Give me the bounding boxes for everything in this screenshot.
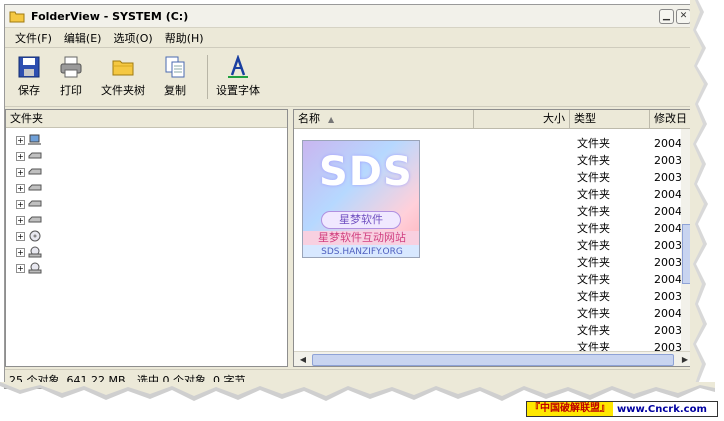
type-cell[interactable]: 文件夹 [577,203,647,220]
scroll-left-arrow-icon[interactable]: ◀ [296,354,310,366]
list-header: 名称 ▲ 大小 类型 修改日 [294,110,693,129]
column-size[interactable]: 大小 [474,110,570,129]
expand-icon[interactable]: + [16,231,25,241]
print-label: 打印 [60,84,82,97]
tree-item[interactable]: + [6,148,287,164]
folder-icon [112,60,134,76]
expand-icon[interactable]: + [16,215,25,225]
menu-options[interactable]: 选项(O) [107,30,158,46]
tree-item[interactable]: + [6,132,287,148]
app-window: FolderView - SYSTEM (C:) ▁ ✕ 文件(F) 编辑(E)… [4,4,694,389]
tree-item[interactable]: + [6,164,287,180]
drive-icon [28,200,42,207]
drive-icon [28,216,42,223]
watermark-cn: 『中国破解联盟』 [527,402,613,416]
type-cell[interactable]: 文件夹 [577,322,647,339]
menu-help[interactable]: 帮助(H) [159,30,210,46]
tree-item[interactable]: + [6,180,287,196]
type-cell[interactable]: 文件夹 [577,220,647,237]
expand-icon[interactable]: + [16,199,25,209]
type-cell[interactable]: 文件夹 [577,186,647,203]
type-cell[interactable]: 文件夹 [577,135,647,152]
type-cell[interactable]: 文件夹 [577,254,647,271]
menu-edit[interactable]: 编辑(E) [58,30,108,46]
sds-logo-image: SDS 星梦软件 星梦软件互动网站 SDS.HANZIFY.ORG [302,140,420,258]
watermark-banner: 『中国破解联盟』 www.Cncrk.com [526,401,718,417]
file-list-pane: 名称 ▲ 大小 类型 修改日 SDS 星梦软件 星梦软件互动网站 SDS.HANZ… [293,109,693,367]
toolbar: 保存 打印 文件夹树 复制 设置字体 [5,49,693,107]
drive-icon [28,184,42,191]
column-name-label: 名称 [298,112,320,125]
copy-icon [165,56,185,78]
cd-drive-icon [29,230,41,242]
minimize-button[interactable]: ▁ [659,9,674,24]
set-font-button[interactable]: 设置字体 [216,55,260,98]
type-cell[interactable]: 文件夹 [577,169,647,186]
folder-tree-button[interactable]: 文件夹树 [101,55,145,98]
printer-icon [60,56,82,78]
column-modified[interactable]: 修改日 [650,110,693,129]
set-font-label: 设置字体 [216,84,260,97]
save-button[interactable]: 保存 [17,55,41,98]
computer-icon [28,134,41,145]
folder-tree-pane: 文件夹 + + + + + + + + + [5,109,288,367]
print-button[interactable]: 打印 [59,55,83,98]
sort-ascending-icon: ▲ [328,115,335,124]
floppy-disk-icon [18,56,40,78]
expand-icon[interactable]: + [16,247,25,257]
column-name[interactable]: 名称 ▲ [294,110,474,129]
copy-button[interactable]: 复制 [163,55,187,98]
type-cell[interactable]: 文件夹 [577,271,647,288]
folder-app-icon [9,11,25,23]
expand-icon[interactable]: + [16,167,25,177]
toolbar-separator [207,55,208,99]
column-type[interactable]: 类型 [570,110,650,129]
drive-icon [28,168,42,175]
expand-icon[interactable]: + [16,263,25,273]
type-cell[interactable]: 文件夹 [577,305,647,322]
cd-drive-icon [28,262,42,274]
logo-url: SDS.HANZIFY.ORG [303,245,419,257]
horizontal-scroll-thumb[interactable] [312,354,674,366]
type-column-cells: 文件夹 文件夹 文件夹 文件夹 文件夹 文件夹 文件夹 文件夹 文件夹 文件夹 … [577,135,647,356]
close-button[interactable]: ✕ [676,9,691,24]
cd-drive-icon [28,246,42,258]
tree-item[interactable]: + [6,228,287,244]
horizontal-scrollbar[interactable]: ◀ ▶ [294,351,693,366]
expand-icon[interactable]: + [16,135,25,145]
type-cell[interactable]: 文件夹 [577,288,647,305]
type-cell[interactable]: 文件夹 [577,152,647,169]
save-label: 保存 [18,84,40,97]
watermark-url: www.Cncrk.com [617,403,707,415]
tree-item[interactable]: + [6,196,287,212]
title-bar: FolderView - SYSTEM (C:) ▁ ✕ [5,5,693,28]
menu-file[interactable]: 文件(F) [9,30,58,46]
expand-icon[interactable]: + [16,151,25,161]
folder-tree-label: 文件夹树 [101,84,145,97]
expand-icon[interactable]: + [16,183,25,193]
torn-edge-right [690,0,708,390]
screenshot: FolderView - SYSTEM (C:) ▁ ✕ 文件(F) 编辑(E)… [0,0,724,421]
window-title: FolderView - SYSTEM (C:) [31,9,189,23]
folder-tree: + + + + + + + + + [6,128,287,276]
folder-tree-header: 文件夹 [6,110,287,128]
drive-icon [28,152,42,159]
tree-item[interactable]: + [6,244,287,260]
copy-label: 复制 [164,84,186,97]
logo-text: SDS [319,149,413,195]
menu-bar: 文件(F) 编辑(E) 选项(O) 帮助(H) [5,28,693,48]
type-cell[interactable]: 文件夹 [577,237,647,254]
tree-item[interactable]: + [6,212,287,228]
logo-badge: 星梦软件 [321,211,401,229]
tree-item[interactable]: + [6,260,287,276]
font-icon [228,55,248,78]
logo-caption: 星梦软件互动网站 [303,231,419,245]
